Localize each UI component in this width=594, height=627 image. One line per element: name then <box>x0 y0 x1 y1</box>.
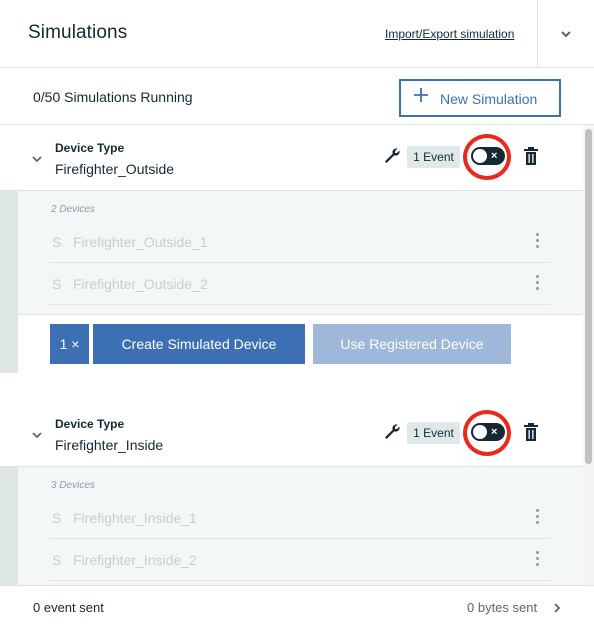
device-name: Firefighter_Inside_2 <box>73 552 197 568</box>
device-name: Firefighter_Inside_1 <box>73 510 197 526</box>
device-type-value: Firefighter_Inside <box>55 437 164 453</box>
chevron-down-icon[interactable] <box>31 431 43 439</box>
highlight-circle <box>463 134 511 180</box>
scrollbar-thumb[interactable] <box>585 129 592 464</box>
status-footer: 0 event sent 0 bytes sent <box>0 585 594 627</box>
wrench-icon[interactable] <box>383 423 401 441</box>
simulation-body: 2 Devices S Firefighter_Outside_1 S Fire… <box>0 191 583 373</box>
device-row[interactable]: S Firefighter_Outside_2 <box>49 263 550 305</box>
device-type-label: Device Type <box>55 141 125 155</box>
device-type-value: Firefighter_Outside <box>55 161 175 177</box>
event-count-badge: 1 Event <box>407 146 460 168</box>
device-type-label: Device Type <box>55 417 125 431</box>
panel-collapse-button[interactable] <box>538 0 594 68</box>
overflow-menu-icon[interactable] <box>532 551 542 569</box>
simulation-header: Device Type Firefighter_Inside 1 Event × <box>0 401 583 467</box>
device-name: Firefighter_Outside_1 <box>73 234 208 250</box>
left-accent-bar <box>0 467 18 585</box>
left-accent-bar <box>0 191 18 373</box>
highlight-circle <box>463 410 511 456</box>
device-row[interactable]: S Firefighter_Inside_1 <box>49 497 550 539</box>
simulations-toolbar: 0/50 Simulations Running New Simulation <box>0 69 594 125</box>
device-initial: S <box>52 276 62 292</box>
devices-count: 2 Devices <box>51 204 95 215</box>
create-simulated-device-button[interactable]: Create Simulated Device <box>93 324 305 364</box>
quantity-button[interactable]: 1 × <box>50 324 89 364</box>
simulation-list[interactable]: Device Type Firefighter_Outside 1 Event … <box>0 125 594 585</box>
device-row[interactable]: S Firefighter_Inside_2 <box>49 539 550 581</box>
event-count-badge: 1 Event <box>407 422 460 444</box>
simulation-card: Device Type Firefighter_Inside 1 Event ×… <box>0 401 583 585</box>
device-initial: S <box>52 234 62 250</box>
device-row[interactable]: S Firefighter_Outside_1 <box>49 221 550 263</box>
overflow-menu-icon[interactable] <box>532 275 542 293</box>
chevron-down-icon[interactable] <box>31 155 43 163</box>
use-registered-device-button[interactable]: Use Registered Device <box>313 324 511 364</box>
import-export-link[interactable]: Import/Export simulation <box>385 27 514 41</box>
devices-count: 3 Devices <box>51 480 95 491</box>
running-count: 0/50 Simulations Running <box>33 89 193 105</box>
simulation-body: 3 Devices S Firefighter_Inside_1 S Firef… <box>0 467 583 585</box>
simulation-header: Device Type Firefighter_Outside 1 Event … <box>0 125 583 191</box>
simulation-card: Device Type Firefighter_Outside 1 Event … <box>0 125 583 373</box>
new-simulation-label: New Simulation <box>440 91 538 107</box>
card-separator <box>0 373 583 401</box>
device-initial: S <box>52 510 62 526</box>
page-title: Simulations <box>28 22 128 43</box>
overflow-menu-icon[interactable] <box>532 233 542 251</box>
chevron-right-icon[interactable] <box>553 603 561 613</box>
device-actions: 1 × Create Simulated Device Use Register… <box>18 314 583 372</box>
device-initial: S <box>52 552 62 568</box>
chevron-down-icon <box>561 31 571 38</box>
events-sent-count: 0 event sent <box>33 600 104 615</box>
device-name: Firefighter_Outside_2 <box>73 276 208 292</box>
page-header: Simulations Import/Export simulation <box>0 0 594 68</box>
trash-icon[interactable] <box>523 146 539 166</box>
new-simulation-button[interactable]: New Simulation <box>399 79 561 117</box>
bytes-sent-count: 0 bytes sent <box>467 600 538 615</box>
wrench-icon[interactable] <box>383 147 401 165</box>
overflow-menu-icon[interactable] <box>532 509 542 527</box>
plus-icon <box>414 88 428 102</box>
trash-icon[interactable] <box>523 422 539 442</box>
